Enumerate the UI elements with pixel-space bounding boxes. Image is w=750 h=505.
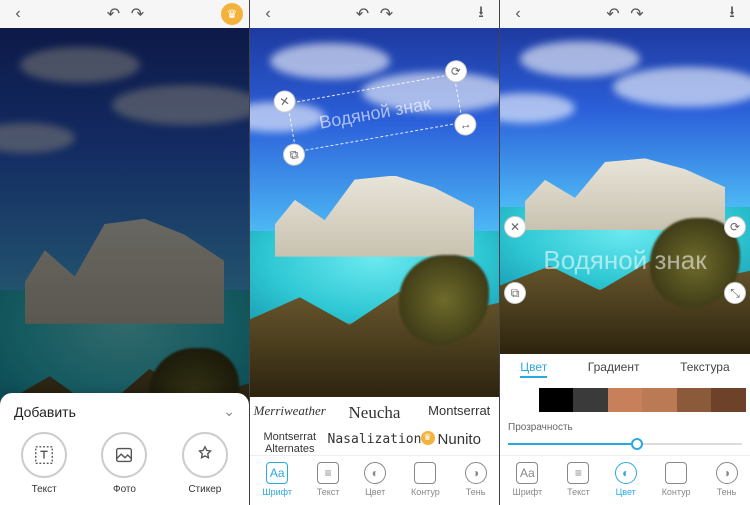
resize-handle[interactable]: ↔ [453, 112, 478, 137]
tab-color[interactable]: ◐Цвет [615, 462, 637, 497]
watermark-text: Водяной знак [543, 245, 706, 276]
redo-icon[interactable]: ↷ [126, 2, 150, 26]
download-icon[interactable]: ⭳ [720, 2, 744, 26]
opacity-slider[interactable] [508, 437, 742, 451]
sheet-title: Добавить [14, 404, 76, 420]
pane-color: ‹ ↶ ↷ ⭳ Водяной знак ✕ ⟳ ⧉ ⤡ Цвет Градие… [500, 0, 750, 505]
tab-text[interactable]: ≡Текст [567, 462, 590, 497]
copy-handle[interactable]: ⧉ [504, 282, 526, 304]
swatch[interactable] [504, 388, 539, 412]
delete-handle[interactable]: ✕ [504, 216, 526, 238]
outline-icon [665, 462, 687, 484]
collapse-icon[interactable]: ⌄ [223, 403, 235, 420]
tab-shadow[interactable]: ◑Тень [716, 462, 738, 497]
font-option[interactable]: Montserrat Alternates [252, 431, 328, 455]
text-icon: ≡ [567, 462, 589, 484]
shadow-icon: ◑ [465, 462, 487, 484]
subtab-gradient[interactable]: Градиент [588, 360, 640, 378]
palette-icon: ◐ [364, 462, 386, 484]
watermark-box[interactable]: Водяной знак ✕ ⟳ ⧉ ⤡ [506, 228, 744, 292]
tab-outline[interactable]: Контур [411, 462, 440, 497]
bottom-tabs: AaШрифт ≡Текст ◐Цвет Контур ◑Тень [500, 455, 750, 505]
canvas[interactable]: Водяной знак ✕ ⟳ ⧉ ⤡ [500, 28, 750, 354]
pane-add: ‹ ↶ ↷ ♛ Добавить ⌄ Текст Фото [0, 0, 250, 505]
redo-icon[interactable]: ↷ [625, 2, 649, 26]
tab-font[interactable]: AaШрифт [262, 462, 292, 497]
font-icon: Aa [266, 462, 288, 484]
copy-handle[interactable]: ⧉ [281, 142, 306, 167]
swatch[interactable] [711, 388, 746, 412]
back-icon[interactable]: ‹ [6, 2, 30, 26]
sticker-icon [182, 432, 228, 478]
swatch[interactable] [642, 388, 677, 412]
font-option[interactable]: Nasalization [328, 432, 422, 447]
outline-icon [414, 462, 436, 484]
swatch[interactable] [539, 388, 574, 412]
tab-font[interactable]: AaШрифт [512, 462, 542, 497]
tab-shadow[interactable]: ◑Тень [465, 462, 487, 497]
redo-icon[interactable]: ↷ [375, 2, 399, 26]
tab-text[interactable]: ≡Текст [317, 462, 340, 497]
back-icon[interactable]: ‹ [256, 2, 280, 26]
topbar: ‹ ↶ ↷ ⭳ [500, 0, 750, 28]
font-option[interactable]: Neucha [328, 403, 422, 423]
opacity-label: Прозрачность [508, 422, 573, 433]
add-sheet: Добавить ⌄ Текст Фото Стикер [0, 393, 249, 505]
text-icon: ≡ [317, 462, 339, 484]
download-icon[interactable]: ⭳ [469, 2, 493, 26]
undo-icon[interactable]: ↶ [351, 2, 375, 26]
topbar: ‹ ↶ ↷ ⭳ [250, 0, 499, 28]
font-option[interactable]: Montserrat [421, 403, 497, 423]
font-icon: Aa [516, 462, 538, 484]
resize-handle[interactable]: ⤡ [724, 282, 746, 304]
undo-icon[interactable]: ↶ [601, 2, 625, 26]
undo-icon[interactable]: ↶ [102, 2, 126, 26]
topbar: ‹ ↶ ↷ ♛ [0, 0, 249, 28]
rotate-handle[interactable]: ⟳ [724, 216, 746, 238]
watermark-text: Водяной знак [318, 93, 433, 133]
image-icon [101, 432, 147, 478]
color-subtabs: Цвет Градиент Текстура [500, 354, 750, 384]
tab-color[interactable]: ◐Цвет [364, 462, 386, 497]
shadow-icon: ◑ [716, 462, 738, 484]
color-swatches [500, 384, 750, 416]
swatch[interactable] [573, 388, 608, 412]
add-sticker-button[interactable]: Стикер [182, 432, 228, 495]
swatch[interactable] [677, 388, 712, 412]
opacity-control: Прозрачность [500, 416, 750, 455]
text-frame-icon [21, 432, 67, 478]
tab-outline[interactable]: Контур [662, 462, 691, 497]
swatch[interactable] [608, 388, 643, 412]
canvas[interactable]: Водяной знак ✕ ⟳ ⧉ ↔ [250, 28, 499, 397]
back-icon[interactable]: ‹ [506, 2, 530, 26]
font-list: Merriweather Neucha Montserrat Montserra… [250, 397, 499, 455]
premium-icon[interactable]: ♛ [221, 3, 243, 25]
subtab-color[interactable]: Цвет [520, 360, 547, 378]
palette-icon: ◐ [615, 462, 637, 484]
add-photo-button[interactable]: Фото [101, 432, 147, 495]
bottom-tabs: AaШрифт ≡Текст ◐Цвет Контур ◑Тень [250, 455, 499, 505]
premium-badge-icon: ♛ [421, 431, 435, 445]
font-option[interactable]: Merriweather [252, 403, 328, 423]
add-text-button[interactable]: Текст [21, 432, 67, 495]
pane-font: ‹ ↶ ↷ ⭳ Водяной знак ✕ ⟳ ⧉ ↔ Merriweathe… [250, 0, 500, 505]
subtab-texture[interactable]: Текстура [680, 360, 730, 378]
